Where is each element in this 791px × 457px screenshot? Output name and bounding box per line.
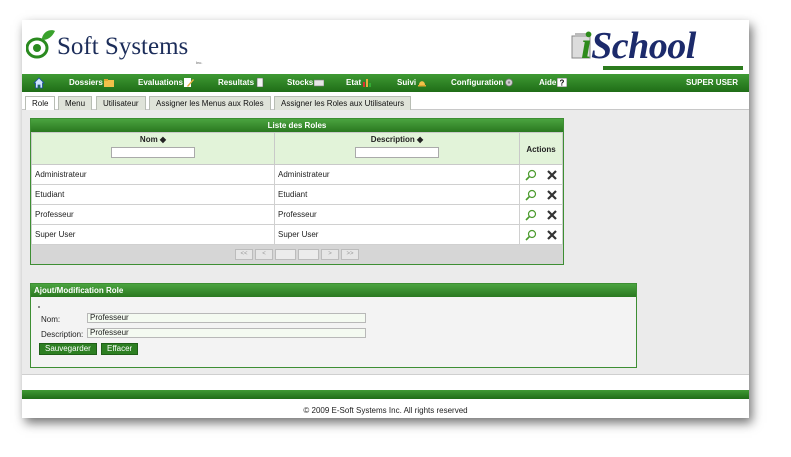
pager-page-button[interactable] (298, 249, 319, 260)
delete-x-icon[interactable] (547, 229, 557, 240)
cell-actions (519, 204, 563, 225)
tab-utilisateur[interactable]: Utilisateur (96, 96, 146, 110)
nav-stocks[interactable]: Stocks (287, 74, 325, 92)
separator-dot (38, 306, 40, 308)
nom-filter-input[interactable] (111, 147, 195, 158)
delete-x-icon[interactable] (547, 189, 557, 200)
folder-icon (103, 79, 114, 87)
cell-nom: Professeur (31, 204, 275, 225)
svg-text:?: ? (560, 79, 565, 88)
column-header-nom[interactable]: Nom ◆ (31, 132, 275, 165)
nav-resultats[interactable]: Resultats (218, 74, 265, 92)
copyright-text: © 2009 E-Soft Systems Inc. All rights re… (303, 406, 468, 415)
grid-title: Liste des Roles (31, 119, 563, 132)
logo-underline (603, 66, 743, 70)
help-icon: ? (557, 78, 568, 88)
description-field[interactable] (87, 328, 366, 338)
tab-assigner-roles[interactable]: Assigner les Roles aux Utilisateurs (274, 96, 412, 110)
clear-button[interactable]: Effacer (101, 343, 139, 355)
delete-x-icon[interactable] (547, 169, 557, 180)
main-navbar: Dossiers Evaluations Resultats Stocks Et… (22, 74, 749, 92)
home-icon[interactable] (33, 77, 45, 89)
delete-x-icon[interactable] (547, 209, 557, 220)
pager-first-button[interactable]: << (235, 249, 253, 260)
cell-description: Professeur (274, 204, 520, 225)
pager-last-button[interactable]: >> (341, 249, 359, 260)
cell-actions (519, 224, 563, 245)
gear-icon (505, 78, 514, 87)
role-edit-form: Ajout/Modification Role Nom: Description… (30, 283, 637, 368)
table-row[interactable]: Super User Super User (31, 224, 563, 245)
table-row[interactable]: Administrateur Administrateur (31, 164, 563, 185)
view-magnifier-icon[interactable] (525, 209, 537, 221)
bell-icon (418, 81, 427, 87)
content-area: Liste des Roles Nom ◆ Description ◆ Acti… (22, 110, 749, 375)
pager-prev-button[interactable]: < (255, 249, 273, 260)
view-magnifier-icon[interactable] (525, 169, 537, 181)
leaf-logo-icon (26, 30, 55, 59)
ischool-wordmark: iSchool (581, 25, 696, 67)
nav-configuration[interactable]: Configuration (451, 74, 514, 92)
view-magnifier-icon[interactable] (525, 189, 537, 201)
document-icon (256, 78, 264, 87)
tab-role[interactable]: Role (25, 96, 56, 111)
grid-pager: << < > >> (31, 245, 563, 264)
nav-suivi[interactable]: Suivi (397, 74, 427, 92)
cell-actions (519, 184, 563, 205)
nom-field[interactable] (87, 313, 366, 323)
column-label-nom: Nom ◆ (139, 135, 167, 144)
brand-suffix: Inc. (196, 60, 203, 65)
cell-description: Administrateur (274, 164, 520, 185)
form-title: Ajout/Modification Role (31, 284, 636, 297)
view-magnifier-icon[interactable] (525, 229, 537, 241)
cell-nom: Administrateur (31, 164, 275, 185)
box-icon (314, 79, 325, 87)
roles-table: Nom ◆ Description ◆ Actions Administrate… (31, 132, 563, 245)
cell-nom: Super User (31, 224, 275, 245)
brand-name: Soft Systems (57, 33, 189, 60)
roles-grid: Liste des Roles Nom ◆ Description ◆ Acti… (30, 118, 564, 265)
tab-strip: Role Menu Utilisateur Assigner les Menus… (22, 95, 749, 111)
footer-bar (22, 390, 749, 399)
description-label: Description: (41, 330, 84, 339)
cell-actions (519, 164, 563, 185)
pager-page-button[interactable] (275, 249, 296, 260)
description-filter-input[interactable] (355, 147, 439, 158)
cell-description: Etudiant (274, 184, 520, 205)
cell-nom: Etudiant (31, 184, 275, 205)
bar-chart-icon (363, 79, 372, 87)
column-header-description[interactable]: Description ◆ (274, 132, 520, 165)
pager-next-button[interactable]: > (321, 249, 339, 260)
cell-description: Super User (274, 224, 520, 245)
nav-aide[interactable]: Aide? (539, 74, 568, 92)
app-window: Soft Systems Inc. iSchool Dossiers Evalu… (22, 20, 749, 418)
tab-assigner-menus[interactable]: Assigner les Menus aux Roles (149, 96, 271, 110)
nav-etat[interactable]: Etat (346, 74, 372, 92)
table-row[interactable]: Etudiant Etudiant (31, 184, 563, 205)
tab-menu[interactable]: Menu (58, 96, 93, 110)
current-user-label: SUPER USER (686, 78, 739, 87)
nav-dossiers[interactable]: Dossiers (69, 74, 114, 92)
ischool-logo: iSchool (567, 24, 747, 70)
table-row[interactable]: Professeur Professeur (31, 204, 563, 225)
column-header-actions: Actions (519, 132, 563, 165)
pencil-paper-icon (183, 78, 194, 87)
nav-evaluations[interactable]: Evaluations (138, 74, 194, 92)
save-button[interactable]: Sauvegarder (39, 343, 97, 355)
column-label-description: Description ◆ (370, 135, 424, 144)
nom-label: Nom: (41, 315, 61, 324)
